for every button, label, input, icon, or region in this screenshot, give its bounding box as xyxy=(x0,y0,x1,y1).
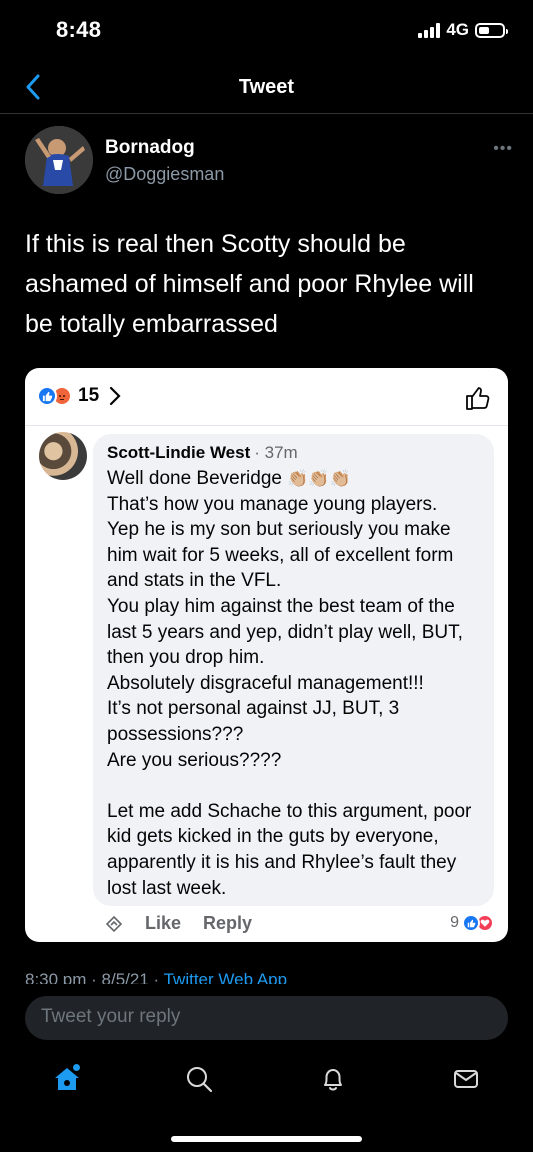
comment-text: Well done Beveridge 👏🏼👏🏼👏🏼 That’s how yo… xyxy=(107,466,482,901)
tab-search[interactable] xyxy=(184,1064,214,1094)
comment-actions: Like Reply xyxy=(105,913,274,934)
avatar-image xyxy=(25,126,93,194)
home-indicator xyxy=(171,1136,362,1142)
comment-reactions: 9 xyxy=(450,914,494,932)
embedded-image[interactable]: 15 Scott-Lindie West · 37m Well done Bev… xyxy=(25,368,508,942)
page-title: Tweet xyxy=(238,76,295,98)
tab-messages[interactable] xyxy=(451,1064,481,1094)
like-reaction-small-icon xyxy=(462,914,480,932)
status-bar: 8:48 4G xyxy=(0,0,533,62)
signal-icon xyxy=(418,22,441,38)
comment-time: · 37m xyxy=(254,443,298,462)
more-options-icon[interactable]: ••• xyxy=(493,140,513,158)
reply-input[interactable]: Tweet your reply xyxy=(25,996,508,1040)
tab-bar xyxy=(0,1056,533,1106)
tweet-header: Bornadog @Doggiesman ••• xyxy=(25,126,513,196)
tweet-source-link[interactable]: Twitter Web App xyxy=(164,970,287,984)
battery-icon xyxy=(475,22,508,38)
mail-icon xyxy=(454,1070,478,1088)
notification-dot xyxy=(73,1064,80,1071)
reaction-count: 15 xyxy=(78,385,100,406)
commenter-name: Scott-Lindie West xyxy=(107,443,251,462)
nav-bar: Tweet xyxy=(0,62,533,114)
like-action: Like xyxy=(145,913,182,933)
tab-notifications[interactable] xyxy=(318,1064,348,1094)
reply-placeholder: Tweet your reply xyxy=(41,1006,181,1027)
comment-bubble: Scott-Lindie West · 37m Well done Beveri… xyxy=(93,434,494,906)
share-arrow-icon xyxy=(105,915,123,932)
like-reaction-icon xyxy=(37,386,57,406)
commenter-avatar xyxy=(39,432,87,480)
reactions-summary: 15 xyxy=(37,385,121,407)
comment-body: That’s how you manage young players. Yep… xyxy=(107,493,472,899)
status-time: 8:48 xyxy=(56,17,102,42)
network-label: 4G xyxy=(446,20,469,39)
status-icons: 4G xyxy=(418,20,508,40)
bell-icon xyxy=(324,1069,342,1091)
tweet-date: 8:30 pm · 8/5/21 · xyxy=(25,970,164,984)
embed-reactions-row: 15 xyxy=(25,368,508,426)
tweet-text: If this is real then Scotty should be as… xyxy=(25,230,474,338)
tab-home[interactable] xyxy=(52,1064,82,1094)
comment-reaction-count: 9 xyxy=(450,914,459,931)
reply-action: Reply xyxy=(203,913,253,933)
author-handle[interactable]: @Doggiesman xyxy=(105,164,224,185)
clap-emoji: 👏🏼👏🏼👏🏼 xyxy=(287,469,351,488)
tweet-timestamp: 8:30 pm · 8/5/21 · Twitter Web App xyxy=(25,970,287,984)
thumbs-up-icon xyxy=(466,387,490,410)
author-avatar[interactable] xyxy=(25,126,93,194)
comment-first-line: Well done Beveridge xyxy=(107,468,288,489)
author-name[interactable]: Bornadog xyxy=(105,137,195,159)
search-icon xyxy=(187,1067,213,1093)
chevron-right-icon xyxy=(110,386,121,406)
